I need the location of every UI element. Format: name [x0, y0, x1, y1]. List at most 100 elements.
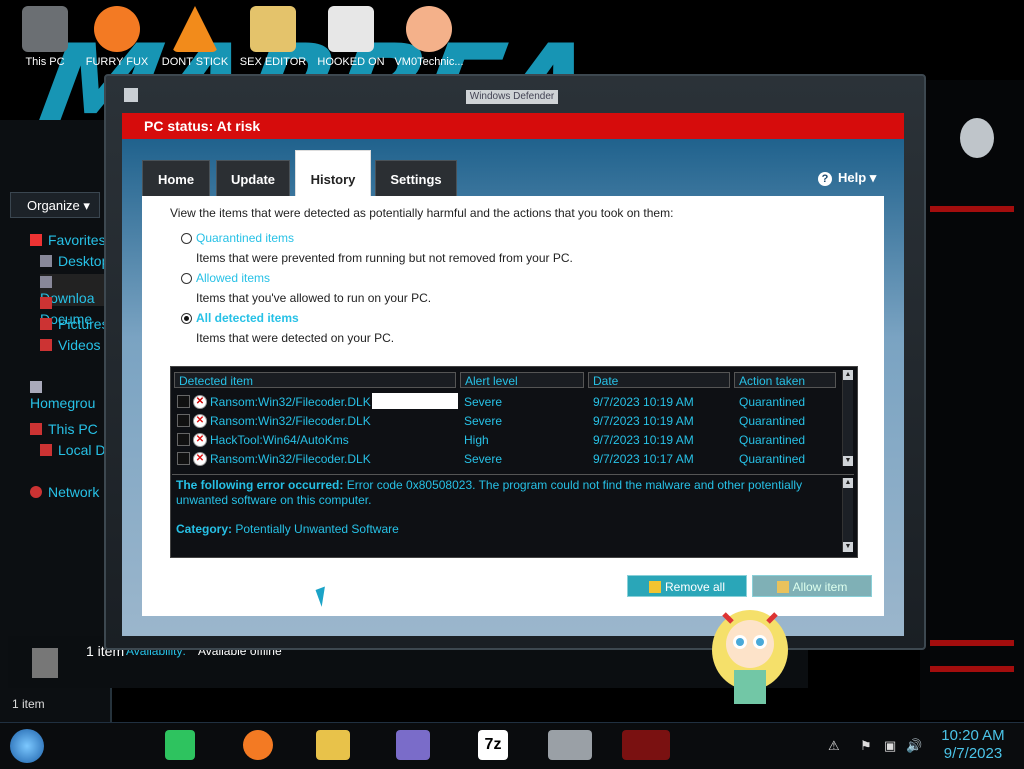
desktop-icon-label: This PC — [25, 56, 65, 68]
row-level: High — [464, 433, 489, 447]
row-checkbox[interactable] — [177, 395, 190, 408]
scroll-down-icon[interactable]: ▼ — [843, 456, 853, 466]
vlc-cone-icon — [172, 6, 218, 52]
volume-tray-icon[interactable]: 🔊 — [906, 738, 922, 754]
flag-tray-icon[interactable]: ⚑ — [860, 738, 872, 754]
tab-home[interactable]: Home — [142, 160, 210, 196]
notes-app-icon[interactable] — [165, 730, 195, 760]
help-icon: ? — [818, 172, 832, 186]
option-allowed-label[interactable]: Allowed items — [196, 271, 270, 285]
allow-item-button[interactable]: Allow item — [752, 575, 872, 597]
threat-x-icon: ✕ — [193, 433, 207, 447]
nav-local-disk[interactable]: Local Di — [40, 442, 109, 458]
scroll-down-icon[interactable]: ▼ — [843, 542, 853, 552]
computer-icon — [22, 6, 68, 52]
error-label: The following error occurred: — [176, 478, 344, 492]
tab-settings[interactable]: Settings — [375, 160, 457, 196]
column-detected-item[interactable]: Detected item — [174, 372, 456, 388]
option-all-detected-label[interactable]: All detected items — [196, 311, 299, 325]
radio-quarantined[interactable] — [181, 233, 192, 244]
desktop-icon-label: HOOKED ON — [317, 56, 385, 68]
row-checkbox[interactable] — [177, 414, 190, 427]
alien-logo-icon — [960, 118, 994, 158]
table-divider — [172, 474, 854, 475]
nav-videos[interactable]: Videos — [40, 337, 101, 353]
tab-update[interactable]: Update — [216, 160, 290, 196]
help-menu[interactable]: ? Help ▾ — [818, 170, 876, 186]
details-scrollbar[interactable]: ▲ ▼ — [842, 478, 853, 552]
history-intro: View the items that were detected as pot… — [170, 206, 674, 220]
pc-status-bar: PC status: At risk — [122, 113, 904, 139]
threat-x-icon: ✕ — [193, 414, 207, 428]
disk-icon — [40, 444, 52, 456]
defender-taskbar-icon[interactable] — [548, 730, 592, 760]
picture-icon — [40, 318, 52, 330]
nav-this-pc[interactable]: This PC — [30, 421, 98, 437]
nav-desktop[interactable]: Desktop — [40, 253, 109, 269]
nav-homegroup[interactable]: Homegrou — [30, 379, 110, 411]
desktop-icon-hooked[interactable]: HOOKED ON — [314, 4, 388, 68]
desktop-icon-vm0[interactable]: VM0Technic... — [392, 4, 466, 68]
window-title: Windows Defender — [466, 90, 558, 104]
wallpaper-decoration — [920, 80, 1024, 720]
row-checkbox[interactable] — [177, 452, 190, 465]
table-scrollbar[interactable]: ▲ ▼ — [842, 370, 853, 466]
row-item: HackTool:Win64/AutoKms — [210, 433, 349, 447]
row-item: Ransom:Win32/Filecoder.DLK — [210, 452, 371, 466]
start-button[interactable] — [10, 729, 44, 763]
row-item: Ransom:Win32/Filecoder.DLK — [210, 395, 371, 409]
row-date: 9/7/2023 10:17 AM — [593, 452, 694, 466]
clock-date: 9/7/2023 — [943, 745, 1003, 762]
scroll-up-icon[interactable]: ▲ — [843, 478, 853, 488]
tab-history[interactable]: History — [295, 150, 371, 196]
scroll-up-icon[interactable]: ▲ — [843, 370, 853, 380]
remove-all-button[interactable]: Remove all — [627, 575, 747, 597]
explorer-status: 1 item — [12, 697, 45, 711]
column-date[interactable]: Date — [588, 372, 730, 388]
category-label: Category: — [176, 522, 233, 536]
row-action: Quarantined — [739, 452, 806, 466]
firefox-icon — [94, 6, 140, 52]
row-date: 9/7/2023 10:19 AM — [593, 395, 694, 409]
row-checkbox[interactable] — [177, 433, 190, 446]
nav-network[interactable]: Network — [30, 484, 99, 500]
nav-pictures[interactable]: Pictures — [40, 316, 109, 332]
column-alert-level[interactable]: Alert level — [460, 372, 584, 388]
selection-highlight — [372, 393, 458, 409]
download-icon — [40, 276, 52, 288]
row-action: Quarantined — [739, 395, 806, 409]
column-action-taken[interactable]: Action taken — [734, 372, 836, 388]
shield-icon — [776, 581, 789, 593]
organize-button[interactable]: Organize ▾ — [10, 192, 100, 218]
desktop-icon-vlc[interactable]: DONT STICK — [158, 4, 232, 68]
app-taskbar-icon[interactable] — [622, 730, 670, 760]
network-icon — [30, 486, 42, 498]
warning-tray-icon[interactable]: ⚠ — [828, 738, 840, 754]
radio-all-detected[interactable] — [181, 313, 192, 324]
nav-favorites[interactable]: Favorites — [30, 232, 106, 248]
desktop-icon — [40, 255, 52, 267]
threat-x-icon: ✕ — [193, 395, 207, 409]
window-system-icon[interactable] — [124, 88, 138, 102]
firefox-taskbar-icon[interactable] — [243, 730, 273, 760]
desktop-icon-firefox[interactable]: FURRY FUX — [80, 4, 154, 68]
7zip-taskbar-icon[interactable]: 7z — [478, 730, 508, 760]
shield-icon — [648, 581, 661, 593]
radio-allowed[interactable] — [181, 273, 192, 284]
desktop-icon-label: VM0Technic... — [394, 56, 464, 68]
system-clock[interactable]: 10:20 AM 9/7/2023 — [938, 727, 1008, 763]
option-quarantined-desc: Items that were prevented from running b… — [196, 251, 573, 265]
app-taskbar-icon[interactable] — [396, 730, 430, 760]
desktop-icon-hxd[interactable]: SEX EDITOR — [236, 4, 310, 68]
video-icon — [40, 339, 52, 351]
desktop-icon-label: FURRY FUX — [85, 56, 149, 68]
hex-editor-icon — [250, 6, 296, 52]
network-tray-icon[interactable]: ▣ — [884, 738, 896, 754]
row-action: Quarantined — [739, 433, 806, 447]
file-explorer-taskbar-icon[interactable] — [316, 730, 350, 760]
star-icon — [30, 234, 42, 246]
desktop-icon-this-pc[interactable]: This PC — [8, 4, 82, 68]
row-date: 9/7/2023 10:19 AM — [593, 414, 694, 428]
desktop-icon-label: DONT STICK — [161, 56, 229, 68]
option-quarantined-label[interactable]: Quarantined items — [196, 231, 294, 245]
